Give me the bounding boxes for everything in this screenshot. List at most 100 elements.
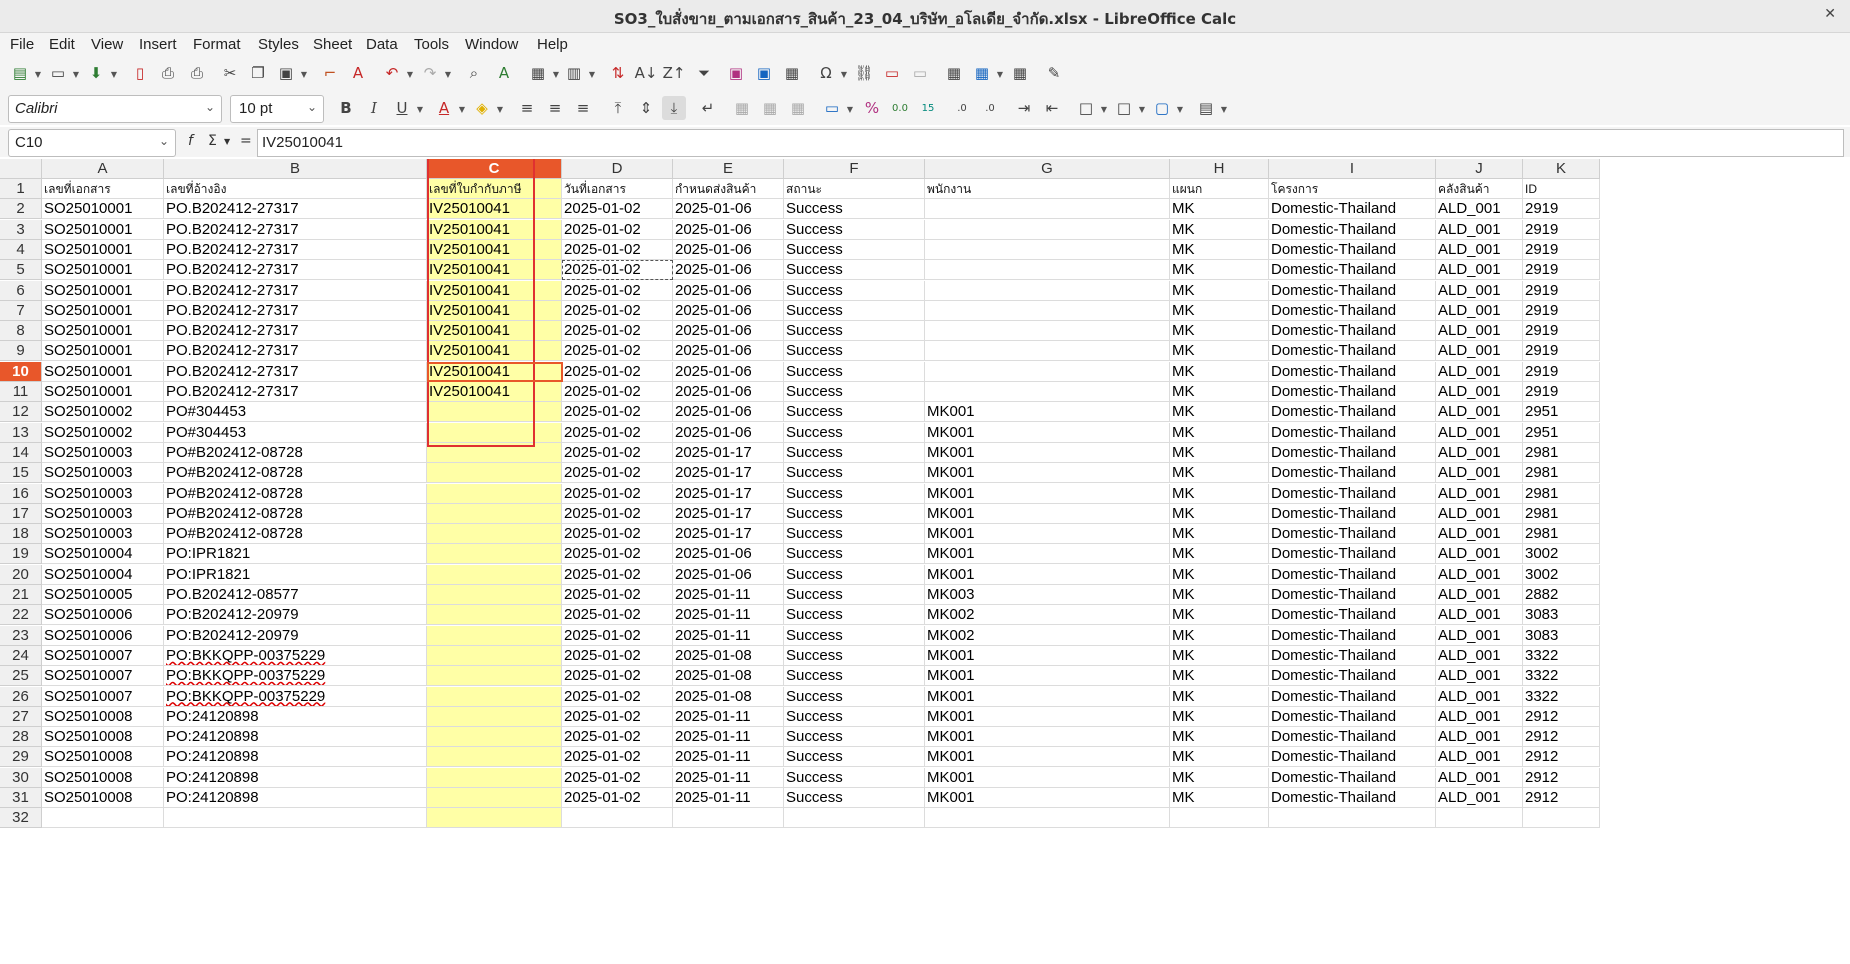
table-cell[interactable]: Success	[784, 422, 925, 443]
table-cell[interactable]: Domestic-Thailand	[1269, 382, 1436, 402]
table-cell[interactable]: Domestic-Thailand	[1269, 422, 1436, 443]
table-cell[interactable]: MK	[1170, 625, 1269, 646]
table-cell[interactable]: MK	[1170, 564, 1269, 585]
table-cell[interactable]: 2025-01-06	[673, 361, 784, 382]
table-cell[interactable]	[925, 199, 1170, 220]
align-bottom-icon[interactable]: ⤓	[662, 96, 686, 120]
table-cell[interactable]: SO25010006	[42, 625, 164, 646]
table-cell[interactable]: Success	[784, 402, 925, 423]
table-cell[interactable]: PO#B202412-08728	[164, 483, 427, 504]
table-cell[interactable]: Domestic-Thailand	[1269, 503, 1436, 524]
row-header[interactable]: 26	[0, 686, 42, 707]
table-cell[interactable]: PO#B202412-08728	[164, 503, 427, 524]
table-cell[interactable]: PO.B202412-27317	[164, 300, 427, 321]
table-cell[interactable]: SO25010003	[42, 524, 164, 545]
table-cell[interactable]: SO25010007	[42, 666, 164, 687]
table-cell[interactable]: Success	[784, 219, 925, 240]
table-cell[interactable]: Domestic-Thailand	[1269, 442, 1436, 463]
table-cell[interactable]: MK	[1170, 422, 1269, 443]
table-cell[interactable]	[42, 808, 164, 829]
column-header-a[interactable]: A	[42, 159, 164, 179]
formula-input[interactable]: IV25010041	[257, 129, 1844, 157]
table-cell[interactable]: 2919	[1523, 321, 1600, 342]
table-cell[interactable]: ALD_001	[1436, 503, 1523, 524]
table-cell[interactable]	[427, 524, 562, 545]
table-cell[interactable]: Domestic-Thailand	[1269, 706, 1436, 727]
table-cell[interactable]: 2981	[1523, 483, 1600, 504]
table-cell[interactable]: 2025-01-02	[562, 382, 673, 402]
header-cell[interactable]: คลังสินค้า	[1436, 179, 1523, 199]
table-cell[interactable]: SO25010001	[42, 199, 164, 220]
table-cell[interactable]: SO25010002	[42, 422, 164, 443]
table-cell[interactable]: MK	[1170, 341, 1269, 362]
row-header[interactable]: 18	[0, 524, 42, 545]
table-cell[interactable]: SO25010003	[42, 483, 164, 504]
table-cell[interactable]: 2981	[1523, 463, 1600, 484]
menu-edit[interactable]: Edit	[49, 36, 75, 53]
table-cell[interactable]: ALD_001	[1436, 686, 1523, 707]
table-cell[interactable]: 2981	[1523, 503, 1600, 524]
table-cell[interactable]: ALD_001	[1436, 219, 1523, 240]
table-cell[interactable]: 2912	[1523, 747, 1600, 768]
center-vertically-icon[interactable]: ⇕	[634, 96, 658, 120]
table-cell[interactable]: 2025-01-02	[562, 280, 673, 301]
table-cell[interactable]	[427, 605, 562, 626]
split-window-icon[interactable]: ▦	[1008, 61, 1032, 85]
table-cell[interactable]: ALD_001	[1436, 361, 1523, 382]
table-cell[interactable]: ALD_001	[1436, 524, 1523, 545]
headers-footers-icon[interactable]: ▭	[908, 61, 932, 85]
table-cell[interactable]: ALD_001	[1436, 605, 1523, 626]
table-cell[interactable]	[925, 382, 1170, 402]
table-cell[interactable]: MK001	[925, 564, 1170, 585]
table-cell[interactable]: Domestic-Thailand	[1269, 585, 1436, 605]
merge-center-icon[interactable]: ▦	[730, 96, 754, 120]
table-cell[interactable]: ALD_001	[1436, 625, 1523, 646]
table-cell[interactable]: Domestic-Thailand	[1269, 483, 1436, 504]
table-cell[interactable]: PO:BKKQPP-00375229	[164, 666, 427, 687]
row-header[interactable]: 23	[0, 625, 42, 646]
table-cell[interactable]: 2025-01-02	[562, 503, 673, 524]
highlight-color-icon[interactable]: ◈ ▼	[470, 96, 503, 120]
table-cell[interactable]: IV25010041	[427, 321, 562, 342]
table-cell[interactable]: Success	[784, 727, 925, 748]
table-cell[interactable]: Success	[784, 483, 925, 504]
table-cell[interactable]	[925, 280, 1170, 301]
table-cell[interactable]: 2025-01-11	[673, 767, 784, 788]
table-cell[interactable]: IV25010041	[427, 260, 562, 281]
table-cell[interactable]: ALD_001	[1436, 341, 1523, 362]
cut-icon[interactable]: ✂	[218, 61, 242, 85]
table-cell[interactable]: 2025-01-02	[562, 321, 673, 342]
table-cell[interactable]: MK001	[925, 645, 1170, 666]
table-cell[interactable]: ALD_001	[1436, 321, 1523, 342]
column-header-j[interactable]: J	[1436, 159, 1523, 179]
table-cell[interactable]: 2025-01-11	[673, 605, 784, 626]
column-icon[interactable]: ▥ ▼	[562, 61, 595, 85]
table-cell[interactable]	[427, 686, 562, 707]
table-cell[interactable]: SO25010003	[42, 463, 164, 484]
table-cell[interactable]: Domestic-Thailand	[1269, 564, 1436, 585]
row-header[interactable]: 15	[0, 463, 42, 484]
table-cell[interactable]: ALD_001	[1436, 239, 1523, 260]
table-cell[interactable]	[427, 503, 562, 524]
table-cell[interactable]: Success	[784, 280, 925, 301]
table-cell[interactable]: MK001	[925, 706, 1170, 727]
table-cell[interactable]: Domestic-Thailand	[1269, 544, 1436, 565]
insert-chart-icon[interactable]: ▣	[752, 61, 776, 85]
row-header[interactable]: 8	[0, 321, 42, 342]
table-cell[interactable]: ALD_001	[1436, 564, 1523, 585]
table-cell[interactable]: MK001	[925, 544, 1170, 565]
table-cell[interactable]: SO25010005	[42, 585, 164, 605]
table-cell[interactable]	[427, 645, 562, 666]
table-cell[interactable]: Success	[784, 666, 925, 687]
percent-icon[interactable]: %	[860, 96, 884, 120]
table-cell[interactable]: MK	[1170, 321, 1269, 342]
table-cell[interactable]	[427, 544, 562, 565]
font-name-box[interactable]: Calibri ⌄	[8, 95, 222, 123]
table-cell[interactable]	[427, 463, 562, 484]
row-header[interactable]: 21	[0, 585, 42, 605]
table-cell[interactable]: MK	[1170, 219, 1269, 240]
table-cell[interactable]: ALD_001	[1436, 788, 1523, 808]
table-cell[interactable]: MK	[1170, 300, 1269, 321]
table-cell[interactable]: Domestic-Thailand	[1269, 239, 1436, 260]
table-cell[interactable]: IV25010041	[427, 219, 562, 240]
